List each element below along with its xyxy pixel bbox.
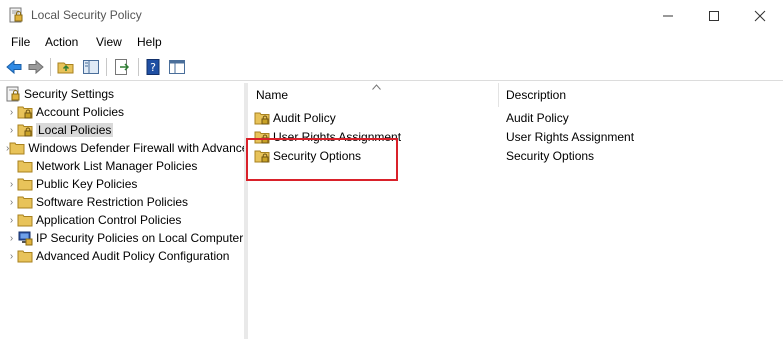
- tree-item-software-restriction[interactable]: › Software Restriction Policies: [6, 193, 188, 211]
- tree-item-label: Windows Defender Firewall with Advanced …: [28, 141, 244, 155]
- tree-pane: Security Settings › Account Policies › L…: [0, 83, 245, 339]
- details-pane: Name Description Audit Policy Audit Poli…: [248, 83, 783, 339]
- chevron-right-icon[interactable]: ›: [6, 121, 17, 139]
- chevron-right-icon[interactable]: ›: [6, 229, 17, 247]
- chevron-right-icon[interactable]: ›: [6, 103, 17, 121]
- forward-arrow-icon[interactable]: [26, 57, 46, 77]
- security-policy-app-icon: [9, 7, 23, 23]
- list-item-description: User Rights Assignment: [506, 130, 635, 144]
- tree-item-label: IP Security Policies on Local Computer: [36, 231, 244, 245]
- tree-item-label: Network List Manager Policies: [36, 159, 198, 173]
- tree-item-label: Public Key Policies: [36, 177, 138, 191]
- list-item-name: Audit Policy: [273, 111, 336, 125]
- list-item-audit-policy[interactable]: Audit Policy: [254, 109, 336, 127]
- tree-item-application-control[interactable]: › Application Control Policies: [6, 211, 182, 229]
- folder-icon: [17, 196, 33, 209]
- title-bar: Local Security Policy: [0, 0, 783, 31]
- chevron-right-icon[interactable]: ›: [6, 247, 17, 265]
- sort-ascending-icon: [372, 84, 381, 90]
- list-item-description: Security Options: [506, 149, 595, 163]
- folder-icon: [17, 178, 33, 191]
- tree-item-label: Application Control Policies: [36, 213, 182, 227]
- help-icon[interactable]: ?: [144, 57, 164, 77]
- maximize-button[interactable]: [691, 0, 737, 31]
- folder-icon: [17, 250, 33, 263]
- tree-item-label-selected: Local Policies: [36, 123, 114, 137]
- menu-file[interactable]: File: [11, 35, 30, 49]
- minimize-button[interactable]: [645, 0, 691, 31]
- chevron-right-icon[interactable]: ›: [6, 175, 17, 193]
- folder-lock-icon: [17, 106, 33, 119]
- close-icon: [754, 10, 766, 21]
- menu-view[interactable]: View: [96, 35, 122, 49]
- tree-item-advanced-audit[interactable]: › Advanced Audit Policy Configuration: [6, 247, 230, 265]
- show-hide-tree-icon[interactable]: [81, 57, 101, 77]
- highlight-annotation-box: [246, 138, 398, 181]
- menu-bar: File Action View Help: [0, 31, 783, 53]
- properties-icon[interactable]: [167, 57, 187, 77]
- column-header-description[interactable]: Description: [506, 83, 566, 107]
- column-separator[interactable]: [498, 83, 499, 107]
- column-header-name[interactable]: Name: [256, 83, 288, 107]
- window-title: Local Security Policy: [31, 8, 142, 22]
- toolbar: ?: [0, 53, 783, 81]
- minimize-icon: [663, 15, 673, 16]
- tree-item-label: Account Policies: [36, 105, 125, 119]
- maximize-icon: [709, 10, 719, 21]
- tree-item-label: Advanced Audit Policy Configuration: [36, 249, 230, 263]
- folder-lock-icon: [254, 112, 270, 125]
- chevron-right-icon[interactable]: ›: [6, 193, 17, 211]
- close-button[interactable]: [737, 0, 783, 31]
- tree-item-network-list[interactable]: Network List Manager Policies: [6, 157, 197, 175]
- list-item-description: Audit Policy: [506, 111, 569, 125]
- tree-item-label: Software Restriction Policies: [36, 195, 189, 209]
- security-settings-icon: [6, 86, 20, 102]
- tree-item-public-key[interactable]: › Public Key Policies: [6, 175, 138, 193]
- menu-action[interactable]: Action: [45, 35, 78, 49]
- tree-item-ip-security[interactable]: › IP Security Policies on Local Computer: [6, 229, 244, 247]
- menu-help[interactable]: Help: [137, 35, 162, 49]
- back-arrow-icon[interactable]: [4, 57, 24, 77]
- column-header-name-label: Name: [256, 88, 289, 102]
- folder-lock-icon: [17, 124, 33, 137]
- folder-icon: [17, 214, 33, 227]
- export-list-icon[interactable]: [112, 57, 132, 77]
- svg-text:?: ?: [150, 61, 156, 74]
- tree-item-account-policies[interactable]: › Account Policies: [6, 103, 124, 121]
- up-folder-icon[interactable]: [56, 57, 76, 77]
- folder-icon: [17, 160, 33, 173]
- tree-item-local-policies[interactable]: › Local Policies: [6, 121, 114, 139]
- tree-root[interactable]: Security Settings: [5, 85, 114, 103]
- chevron-right-icon[interactable]: ›: [6, 211, 17, 229]
- tree-item-windows-firewall[interactable]: › Windows Defender Firewall with Advance…: [6, 139, 244, 157]
- folder-icon: [9, 142, 25, 155]
- tree-root-label: Security Settings: [24, 87, 115, 101]
- ip-security-icon: [18, 231, 33, 246]
- column-header-description-label: Description: [506, 88, 567, 102]
